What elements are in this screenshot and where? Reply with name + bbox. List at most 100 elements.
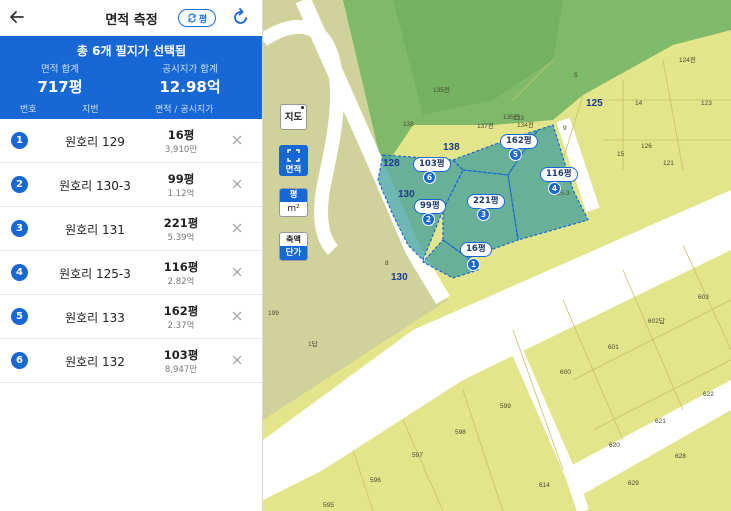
parcel-area: 16평 (167, 128, 195, 142)
summary-box: 총 6개 필지가 선택됨 면적 합계 717평 공시지가 합계 12.98억 번… (0, 36, 262, 119)
remove-parcel-icon[interactable] (229, 220, 245, 236)
indicator-dot (301, 106, 304, 109)
unit-switch[interactable]: 평 m² (279, 188, 308, 217)
lot-label: 629 (628, 480, 639, 487)
map-area-label[interactable]: 99평 (414, 199, 446, 214)
area-total-value: 717평 (37, 78, 83, 96)
parcel-price: 5.39억 (167, 233, 195, 243)
parcel-number-badge: 5 (11, 308, 28, 325)
lot-label: 597 (412, 452, 423, 459)
map-parcel-badge: 6 (423, 171, 436, 184)
area-total: 면적 합계 717평 (0, 61, 120, 97)
area-measure-label: 면적 (285, 165, 302, 175)
map-type-label: 지도 (284, 112, 303, 123)
parcel-jibun: 원호리 132 (65, 355, 125, 369)
cadastral-map[interactable]: 128 138 130 125 130 135전 137전 138 123 12… (263, 0, 731, 511)
lot-label: 595 (323, 502, 334, 509)
block-label-128: 128 (383, 158, 400, 169)
area-measure-button[interactable]: 면적 (279, 145, 308, 176)
remove-parcel-icon[interactable] (229, 264, 245, 280)
lot-label: 601 (608, 344, 619, 351)
parcel-number-badge: 1 (11, 132, 28, 149)
map-area-label[interactable]: 221평 (467, 194, 505, 209)
price-total-value: 12.98억 (159, 78, 221, 96)
parcel-row[interactable]: 6 원호리 132 103평 8,947만 (0, 339, 262, 383)
unit-toggle-button[interactable]: 평 (178, 9, 216, 27)
map-parcel-badge: 3 (477, 208, 490, 221)
lot-label: 5 (574, 72, 578, 79)
price-mode-switch[interactable]: 축액 단가 (279, 232, 308, 261)
map-parcel-badge: 5 (509, 148, 522, 161)
map-area-label-text: 99평 (420, 201, 440, 211)
area-measure-panel: 면적 측정 평 총 6개 필지가 선택됨 면적 합계 717평 공시지가 합계 … (0, 0, 263, 511)
lot-label: 599 (500, 403, 511, 410)
lot-label: 15 (617, 151, 625, 158)
parcel-number-badge: 6 (11, 352, 28, 369)
map-canvas[interactable]: 128 138 130 125 130 135전 137전 138 123 12… (263, 0, 731, 511)
lot-label: 598 (455, 429, 466, 436)
parcel-number-badge: 4 (11, 264, 28, 281)
parcel-area: 162평 (163, 304, 199, 318)
map-area-label-text: 221평 (473, 196, 499, 206)
parcel-area: 103평 (163, 348, 199, 362)
lot-label: 134전 (517, 120, 534, 129)
parcel-area: 221평 (163, 216, 199, 230)
map-parcel-badge: 1 (467, 258, 480, 271)
parcel-jibun: 원호리 133 (65, 311, 125, 325)
back-arrow-icon[interactable] (6, 6, 28, 28)
map-parcel-badge: 4 (548, 182, 561, 195)
block-label-125: 125 (586, 98, 603, 109)
lot-label: 137전 (477, 121, 494, 130)
remove-parcel-icon[interactable] (229, 132, 245, 148)
parcel-row[interactable]: 2 원호리 130-3 99평 1.12억 (0, 163, 262, 207)
lot-label: 600 (560, 369, 571, 376)
lot-label: 135전 (503, 112, 520, 121)
area-total-label: 면적 합계 (41, 64, 79, 75)
parcel-jibun: 원호리 130-3 (59, 179, 131, 193)
remove-parcel-icon[interactable] (229, 176, 245, 192)
parcel-number-badge: 2 (11, 176, 28, 193)
summary-title: 총 6개 필지가 선택됨 (76, 44, 187, 58)
lot-label: 124전 (679, 55, 696, 64)
lot-label: 620 (609, 442, 620, 449)
map-parcel-badge: 2 (422, 213, 435, 226)
remove-parcel-icon[interactable] (229, 352, 245, 368)
map-type-button[interactable]: 지도 (280, 104, 307, 130)
unit-toggle-label: 평 (198, 14, 208, 25)
lot-label: 621 (655, 418, 666, 425)
column-header-jibun: 지번 (82, 105, 99, 115)
map-area-label[interactable]: 16평 (460, 242, 492, 257)
parcel-number-badge: 3 (11, 220, 28, 237)
remove-parcel-icon[interactable] (229, 308, 245, 324)
parcel-price: 8,947만 (164, 365, 198, 375)
unit-sqm-option[interactable]: m² (280, 202, 307, 216)
price-total-option[interactable]: 축액 (280, 233, 307, 246)
map-area-label[interactable]: 162평 (500, 134, 538, 149)
refresh-icon[interactable] (231, 7, 251, 27)
parcel-row[interactable]: 3 원호리 131 221평 5.39억 (0, 207, 262, 251)
parcel-jibun: 원호리 129 (65, 135, 125, 149)
parcel-row[interactable]: 1 원호리 129 16평 3,910만 (0, 119, 262, 163)
map-area-label-text: 162평 (506, 136, 532, 146)
panel-title: 면적 측정 (105, 13, 158, 28)
block-label-138: 138 (443, 142, 460, 153)
parcel-row[interactable]: 5 원호리 133 162평 2.37억 (0, 295, 262, 339)
unit-price-option[interactable]: 단가 (280, 246, 307, 260)
lot-label: 123 (701, 100, 712, 107)
map-area-label-text: 16평 (466, 244, 486, 254)
panel-header: 면적 측정 평 (0, 0, 262, 36)
unit-pyeong-option[interactable]: 평 (280, 189, 307, 202)
parcel-list: 1 원호리 129 16평 3,910만 2 원호리 130-3 99평 1.1… (0, 119, 262, 383)
price-total: 공시지가 합계 12.98억 (130, 61, 250, 97)
map-area-label-text: 103평 (419, 159, 445, 169)
map-area-label[interactable]: 103평 (413, 157, 451, 172)
parcel-row[interactable]: 4 원호리 125-3 116평 2.82억 (0, 251, 262, 295)
lot-label: 622 (703, 391, 714, 398)
lot-label: 1답 (308, 340, 318, 348)
parcel-jibun: 원호리 125-3 (59, 267, 131, 281)
block-label-130: 130 (398, 189, 415, 200)
price-total-label: 공시지가 합계 (162, 64, 218, 75)
map-area-label[interactable]: 116평 (540, 167, 578, 182)
block-label-130-road: 130 (391, 272, 408, 283)
parcel-area: 116평 (163, 260, 199, 274)
